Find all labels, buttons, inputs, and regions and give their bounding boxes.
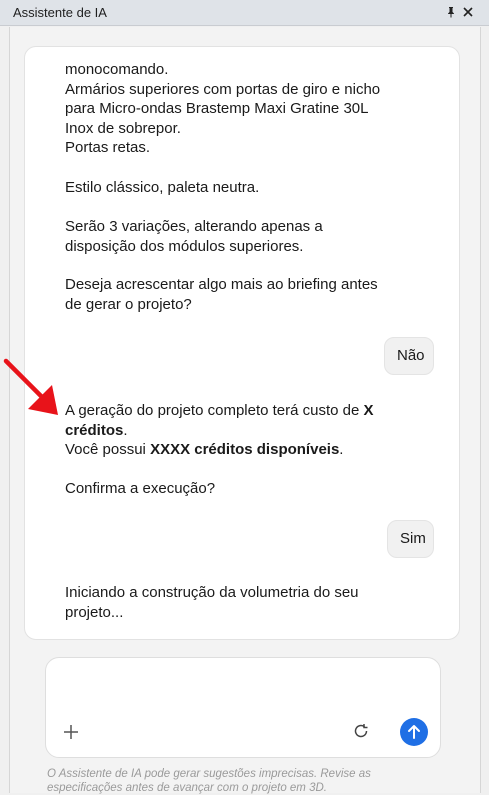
- title-bar: Assistente de IA: [0, 0, 489, 26]
- annotation-arrow-icon: [3, 358, 58, 415]
- user-message-yes: Sim: [387, 520, 434, 558]
- balance-period: .: [339, 441, 344, 458]
- chat-card: monocomando. Armários superiores com por…: [24, 46, 460, 640]
- pin-icon[interactable]: [442, 3, 460, 21]
- cost-period: .: [123, 421, 128, 439]
- send-button[interactable]: [400, 718, 428, 746]
- arrow-up-icon: [408, 725, 420, 739]
- refresh-icon[interactable]: [351, 721, 371, 741]
- assistant-message-question: Deseja acrescentar algo mais ao briefing…: [65, 276, 378, 313]
- assistant-message-style: Estilo clássico, paleta neutra.: [65, 179, 260, 196]
- balance-text: Você possui: [65, 441, 151, 458]
- disclaimer-text: O Assistente de IA pode gerar sugestões …: [47, 768, 371, 794]
- cost-text: A geração do projeto completo terá custo…: [65, 402, 364, 419]
- balance-credits: XXXX créditos disponíveis: [150, 441, 340, 458]
- assistant-message-variations: Serão 3 variações, alterando apenas a di…: [65, 218, 323, 255]
- assistant-message-cost: A geração do projeto completo terá custo…: [65, 401, 395, 460]
- assistant-message-starting: Iniciando a construção da volumetria do …: [65, 584, 359, 621]
- user-message-no: Não: [384, 337, 434, 375]
- composer[interactable]: [45, 657, 441, 758]
- assistant-message-confirm: Confirma a execução?: [65, 480, 216, 497]
- close-icon[interactable]: [459, 3, 477, 21]
- assistant-message-briefing: monocomando. Armários superiores com por…: [65, 61, 381, 156]
- plus-icon[interactable]: [64, 720, 78, 744]
- window-title: Assistente de IA: [13, 5, 107, 20]
